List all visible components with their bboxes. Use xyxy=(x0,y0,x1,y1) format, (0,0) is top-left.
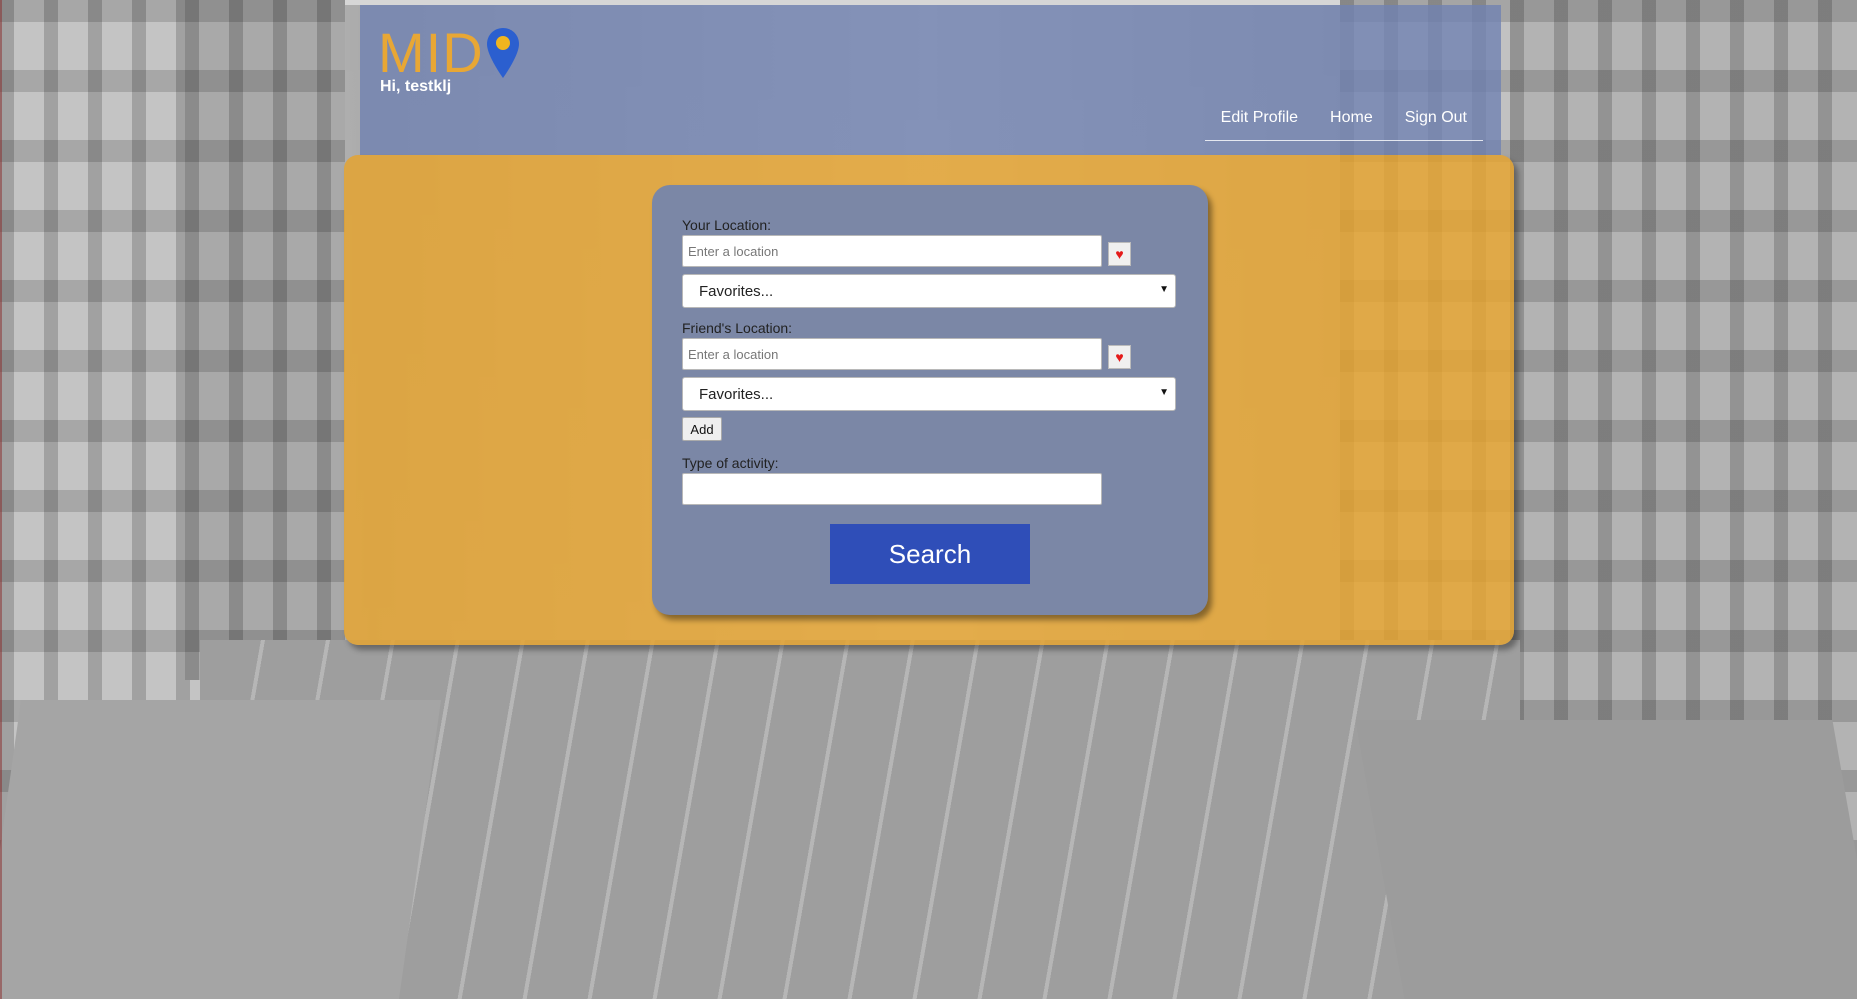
site-header: MID Hi, testklj Edit Profile Home Sign O… xyxy=(360,5,1501,155)
map-pin-icon xyxy=(486,28,519,78)
main-nav: Edit Profile Home Sign Out xyxy=(1204,108,1483,141)
friend-location-favorites-value: Favorites... xyxy=(699,386,774,403)
left-edge-line xyxy=(0,0,2,999)
nav-edit-profile-link[interactable]: Edit Profile xyxy=(1205,108,1314,128)
your-location-favorite-button[interactable]: ♥ xyxy=(1108,242,1131,266)
your-location-favorites-select[interactable]: Favorites... ▼ xyxy=(682,274,1176,308)
background-sidewalk-left xyxy=(0,700,442,999)
friend-location-favorites-select[interactable]: Favorites... ▼ xyxy=(682,377,1176,411)
dropdown-arrow-icon: ▼ xyxy=(1159,284,1169,295)
user-greeting: Hi, testklj xyxy=(380,78,452,95)
logo[interactable]: MID xyxy=(378,23,520,81)
activity-type-label: Type of activity: xyxy=(682,455,779,471)
friend-location-label: Friend's Location: xyxy=(682,320,793,336)
background-building-left-2 xyxy=(185,0,345,680)
activity-type-input[interactable] xyxy=(682,473,1102,505)
friend-location-input[interactable] xyxy=(682,338,1102,370)
search-form-card: Your Location: ♥ Favorites... ▼ Friend's… xyxy=(652,185,1208,615)
your-location-label: Your Location: xyxy=(682,217,771,233)
nav-sign-out-link[interactable]: Sign Out xyxy=(1389,108,1483,128)
heart-icon: ♥ xyxy=(1115,246,1124,262)
add-location-button[interactable]: Add xyxy=(682,417,722,441)
dropdown-arrow-icon: ▼ xyxy=(1159,387,1169,398)
heart-icon: ♥ xyxy=(1115,349,1124,365)
logo-text: MID xyxy=(378,21,484,84)
your-location-favorites-value: Favorites... xyxy=(699,283,774,300)
nav-home-link[interactable]: Home xyxy=(1314,108,1389,128)
search-button[interactable]: Search xyxy=(830,524,1030,584)
friend-location-favorite-button[interactable]: ♥ xyxy=(1108,345,1131,369)
your-location-input[interactable] xyxy=(682,235,1102,267)
background-sidewalk-right xyxy=(1355,720,1857,999)
